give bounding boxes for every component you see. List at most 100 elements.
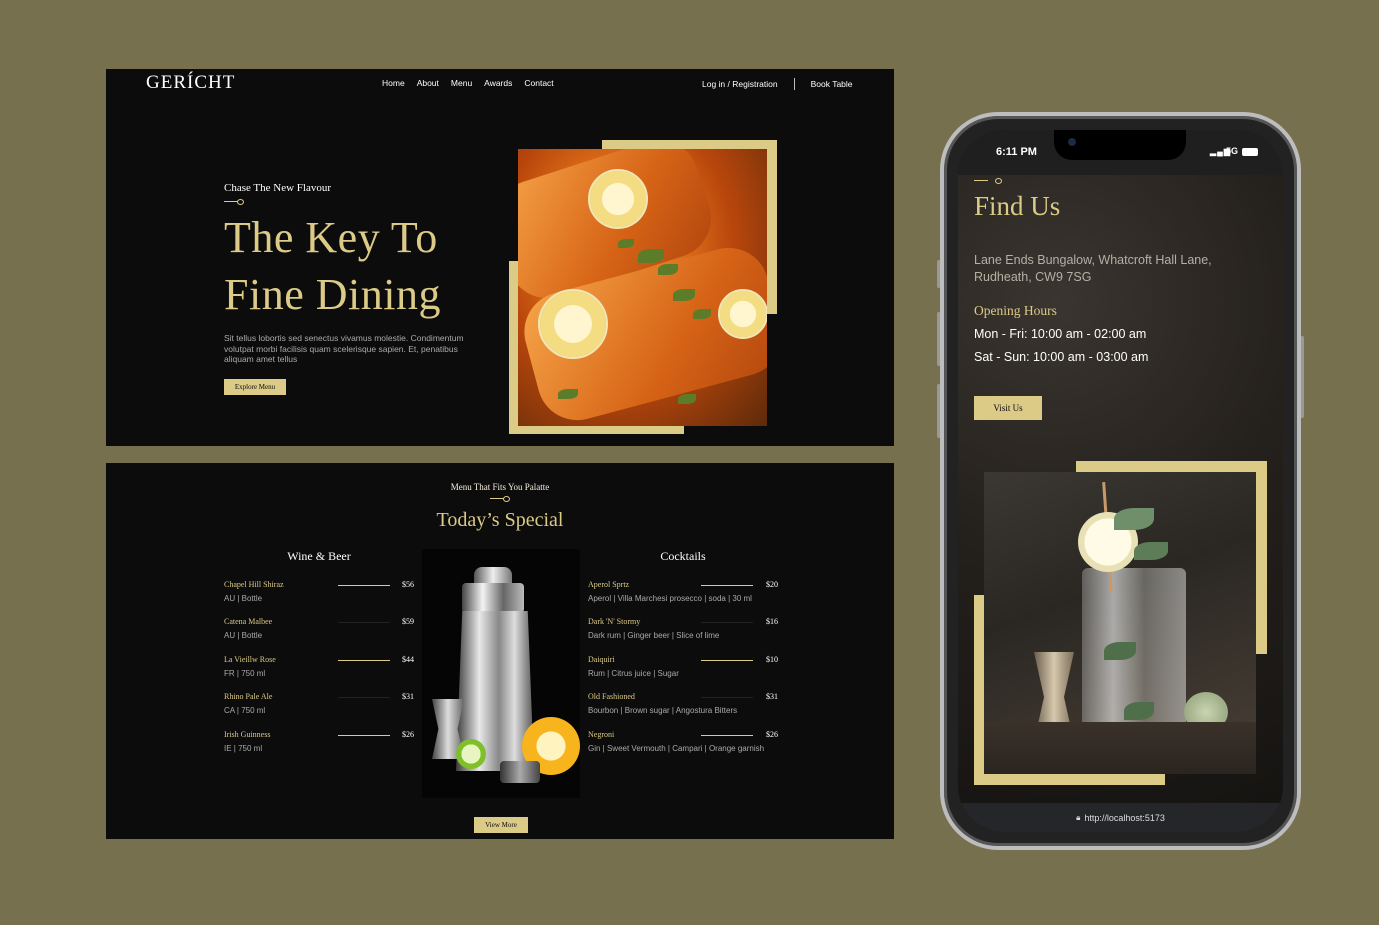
status-time: 6:11 PM [996,146,1037,158]
spoon-icon [974,178,1002,184]
item-divider [338,735,390,736]
explore-menu-button[interactable]: Explore Menu [224,379,286,395]
item-tags: FR | 750 ml [224,669,266,678]
item-tags: Bourbon | Brown sugar | Angostura Bitter… [588,706,738,715]
hours-weekend: Sat - Sun: 10:00 am - 03:00 am [974,350,1149,364]
menu-section: Menu That Fits You Palatte Today’s Speci… [106,463,894,839]
lemon-slice [588,169,648,229]
menu-item: La Vieillw Rose $44 FR | 750 ml [224,655,414,680]
menu-item: Chapel Hill Shiraz $56 AU | Bottle [224,580,414,605]
item-price: $16 [766,617,778,626]
wine-heading: Wine & Beer [287,549,351,563]
mint-leaf [1134,542,1168,560]
mint-leaf [1124,702,1154,720]
spoon-icon [490,496,510,502]
item-tags: Rum | Citrus juice | Sugar [588,669,679,678]
nav-awards[interactable]: Awards [484,78,512,88]
lime-slice [456,739,486,769]
menu-title: Today’s Special [436,509,564,531]
item-price: $10 [766,655,778,664]
phone-notch [1054,130,1186,160]
item-tags: Aperol | Villa Marchesi prosecco | soda … [588,594,752,603]
item-divider [338,585,390,586]
lock-icon: 🔒︎ [1076,812,1081,822]
find-us-section: Find Us Lane Ends Bungalow, Whatcroft Ha… [958,175,1283,803]
logo[interactable]: GERÍCHT [146,72,235,94]
item-divider [701,622,753,623]
item-divider [338,697,390,698]
menu-item: Dark 'N' Stormy $16 Dark rum | Ginger be… [588,617,778,642]
menu-item: Daiquiri $10 Rum | Citrus juice | Sugar [588,655,778,680]
herb-leaf [638,249,664,263]
url-text: http://localhost:5173 [1084,812,1165,823]
hero-title-line1: The Key To [224,213,438,262]
item-tags: Dark rum | Ginger beer | Slice of lime [588,631,720,640]
network-label: 5G [1226,146,1239,156]
item-price: $56 [402,580,414,589]
book-table-link[interactable]: Book Table [811,79,853,89]
cocktails-heading: Cocktails [660,549,706,563]
shaker-top [462,583,524,613]
item-price: $26 [766,730,778,739]
item-price: $59 [402,617,414,626]
menu-item: Negroni $26 Gin | Sweet Vermouth | Campa… [588,730,778,755]
herb-leaf [673,289,695,301]
menu-subtitle: Menu That Fits You Palatte [450,482,550,492]
view-more-button[interactable]: View More [474,817,528,833]
status-bar: 6:11 PM ▂▄▆ 5G [958,130,1283,175]
opening-hours-title: Opening Hours [974,303,1057,318]
item-price: $44 [402,655,414,664]
visit-us-button[interactable]: Visit Us [974,396,1042,420]
spoon-icon [224,199,244,205]
nav-home[interactable]: Home [382,78,405,88]
hero-section: GERÍCHT Home About Menu Awards Contact L… [106,69,894,446]
menu-item: Aperol Sprtz $20 Aperol | Villa Marchesi… [588,580,778,605]
mint-leaf [1104,642,1136,660]
menu-item: Rhino Pale Ale $31 CA | 750 ml [224,692,414,717]
hero-title: The Key To Fine Dining [224,209,441,323]
address-text: Lane Ends Bungalow, Whatcroft Hall Lane,… [974,253,1212,284]
lemon-slice [538,289,608,359]
item-divider [701,697,753,698]
nav-contact[interactable]: Contact [524,78,553,88]
hours-weekday: Mon - Fri: 10:00 am - 02:00 am [974,327,1147,341]
lemon-slice [718,289,767,339]
strainer [500,761,540,783]
camera-icon [1068,138,1076,146]
item-divider [338,660,390,661]
menu-item: Old Fashioned $31 Bourbon | Brown sugar … [588,692,778,717]
item-tags: IE | 750 ml [224,744,263,753]
item-price: $31 [766,692,778,701]
herb-leaf [693,309,711,319]
item-price: $31 [402,692,414,701]
menu-item: Catena Malbee $59 AU | Bottle [224,617,414,642]
item-tags: AU | Bottle [224,631,263,640]
nav-about[interactable]: About [417,78,439,88]
herb-leaf [558,389,578,399]
browser-url-bar[interactable]: 🔒︎ http://localhost:5173 [958,803,1283,832]
herb-leaf [618,239,634,248]
nav-menu[interactable]: Menu [451,78,472,88]
battery-icon [1242,148,1258,156]
item-tags: AU | Bottle [224,594,263,603]
item-price: $20 [766,580,778,589]
item-divider [701,660,753,661]
menu-item: Irish Guinness $26 IE | 750 ml [224,730,414,755]
phone-frame: 6:11 PM ▂▄▆ 5G Find Us Lane Ends Bungalo… [940,112,1301,850]
item-tags: Gin | Sweet Vermouth | Campari | Orange … [588,744,765,753]
cocktail-glass-image [984,472,1256,774]
herb-leaf [678,394,696,404]
herb-leaf [658,264,678,275]
hero-title-line2: Fine Dining [224,270,441,319]
nav-divider [793,78,795,90]
item-divider [701,735,753,736]
hero-subtitle: Chase The New Flavour [224,182,332,194]
item-divider [338,622,390,623]
nav-right: Log in / Registration Book Table [702,78,853,90]
item-price: $26 [402,730,414,739]
item-tags: CA | 750 ml [224,706,266,715]
login-link[interactable]: Log in / Registration [702,79,778,89]
phone-screen: 6:11 PM ▂▄▆ 5G Find Us Lane Ends Bungalo… [958,130,1283,832]
hero-description: Sit tellus lobortis sed senectus vivamus… [224,333,464,364]
cocktail-shaker-image [422,549,580,798]
